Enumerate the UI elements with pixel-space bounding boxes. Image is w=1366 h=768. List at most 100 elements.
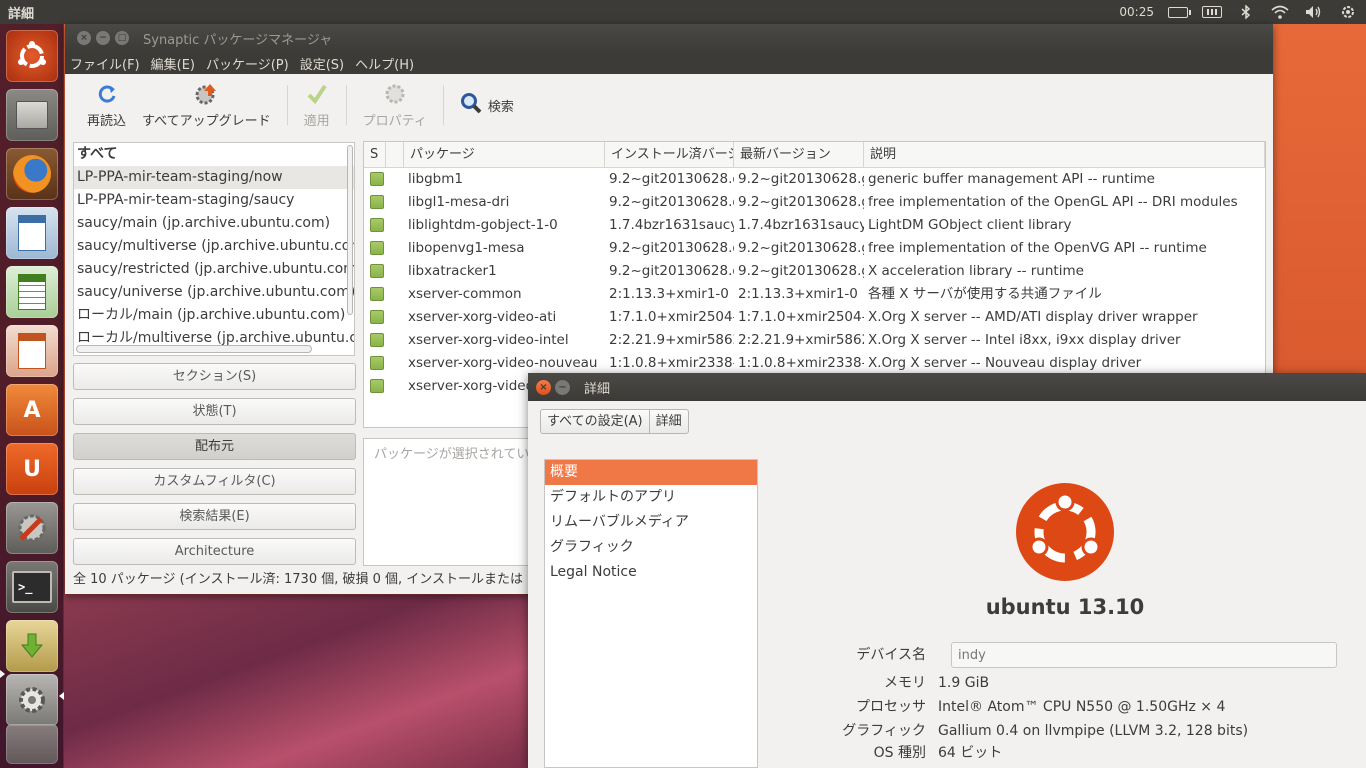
installed-checkbox[interactable] — [364, 237, 386, 260]
ubuntu-logo-icon[interactable] — [6, 30, 58, 82]
system-settings-wrench-icon[interactable] — [6, 502, 58, 554]
description-cell: X acceleration library -- runtime — [868, 263, 1084, 279]
installed-checkbox[interactable] — [364, 306, 386, 329]
battery-icon[interactable] — [1168, 5, 1191, 19]
sidebar-item-overview[interactable]: 概要 — [545, 460, 757, 485]
bluetooth-icon[interactable] — [1236, 5, 1256, 19]
filter-item[interactable]: saucy/restricted (jp.archive.ubuntu.com) — [74, 258, 354, 281]
table-row[interactable]: xserver-common 2:1.13.3+xmir1-0 2:1.13.3+x… — [364, 283, 1265, 306]
synaptic-titlebar[interactable]: × − □ Synaptic パッケージマネージャ — [65, 24, 1273, 52]
all-settings-button[interactable]: すべての設定(A) — [541, 410, 649, 433]
trash-icon[interactable] — [6, 724, 58, 764]
table-row[interactable]: libopenvg1-mesa 9.2~git20130628.gd9.2~git… — [364, 237, 1265, 260]
table-row[interactable]: xserver-xorg-video-intel 2:2.21.9+xmir586… — [364, 329, 1265, 352]
launcher: A U >_ — [0, 24, 64, 768]
sidebar-item-default-apps[interactable]: デフォルトのアプリ — [545, 485, 757, 510]
column-installed[interactable]: インストール済バージョン — [605, 142, 734, 167]
memory-label: メモリ — [884, 675, 926, 691]
details-titlebar[interactable]: × − 詳細 — [528, 373, 1366, 401]
search-results-button[interactable]: 検索結果(E) — [73, 503, 356, 530]
column-description[interactable]: 説明 — [864, 142, 1265, 167]
installed-checkbox[interactable] — [364, 191, 386, 214]
table-row[interactable]: liblightdm-gobject-1-0 1.7.4bzr1631saucy0… — [364, 214, 1265, 237]
menu-file[interactable]: ファイル(F) — [70, 54, 140, 73]
menu-settings[interactable]: 設定(S) — [300, 54, 344, 73]
package-name-cell: xserver-xorg-video-ati — [408, 309, 557, 325]
impress-icon[interactable] — [6, 325, 58, 377]
reload-button[interactable]: 再読込 — [79, 77, 134, 133]
filter-item[interactable]: saucy/multiverse (jp.archive.ubuntu.com) — [74, 235, 354, 258]
minimize-icon[interactable]: − — [96, 31, 110, 45]
details-crumb-button[interactable]: 詳細 — [648, 410, 688, 433]
table-row[interactable]: xserver-xorg-video-nouveau 1:1.0.8+xmir23… — [364, 352, 1265, 375]
package-name-cell: xserver-xorg-video-intel — [408, 332, 569, 348]
settings-gear-icon[interactable] — [6, 674, 58, 726]
table-row[interactable]: xserver-xorg-video-ati 1:7.1.0+xmir2504-0… — [364, 306, 1265, 329]
launcher-running-indicator — [0, 670, 5, 678]
apply-button[interactable]: 適用 — [296, 77, 338, 133]
menu-package[interactable]: パッケージ(P) — [206, 54, 289, 73]
sections-button[interactable]: セクション(S) — [73, 363, 356, 390]
architecture-button[interactable]: Architecture — [73, 538, 356, 565]
update-manager-icon[interactable] — [6, 620, 58, 672]
sidebar-item-removable-media[interactable]: リムーバブルメディア — [545, 510, 757, 535]
column-support[interactable] — [386, 142, 404, 167]
filter-vertical-scrollbar[interactable] — [347, 145, 353, 321]
installed-checkbox[interactable] — [364, 214, 386, 237]
power-gear-icon[interactable] — [1338, 5, 1358, 19]
volume-icon[interactable] — [1304, 5, 1324, 19]
writer-icon[interactable] — [6, 207, 58, 259]
package-rows: libgbm19.2~git20130628.gd9.2~git20130628… — [364, 168, 1265, 398]
installed-version-cell: 9.2~git20130628.gd — [609, 171, 734, 187]
upgrade-all-button[interactable]: すべてアップグレード — [134, 77, 279, 133]
latest-version-cell: 9.2~git20130628.gd — [738, 240, 864, 256]
installed-checkbox[interactable] — [364, 283, 386, 306]
sidebar-item-graphics[interactable]: グラフィック — [545, 535, 757, 560]
installed-checkbox[interactable] — [364, 260, 386, 283]
wifi-icon[interactable] — [1270, 5, 1290, 19]
device-name-field[interactable] — [951, 642, 1337, 668]
os-type-label: OS 種別 — [873, 745, 926, 761]
software-center-icon[interactable]: A — [6, 384, 58, 436]
reload-icon — [95, 82, 119, 106]
installed-checkbox[interactable] — [364, 329, 386, 352]
maximize-icon[interactable]: □ — [115, 31, 129, 45]
column-latest[interactable]: 最新バージョン — [734, 142, 864, 167]
files-icon[interactable] — [6, 89, 58, 141]
origin-button[interactable]: 配布元 — [73, 433, 356, 460]
status-button[interactable]: 状態(T) — [73, 398, 356, 425]
filter-item-all[interactable]: すべて — [74, 143, 354, 166]
close-icon[interactable]: × — [77, 31, 91, 45]
calc-icon[interactable] — [6, 266, 58, 318]
menu-help[interactable]: ヘルプ(H) — [355, 54, 414, 73]
filter-item[interactable]: saucy/main (jp.archive.ubuntu.com) — [74, 212, 354, 235]
custom-filter-button[interactable]: カスタムフィルタ(C) — [73, 468, 356, 495]
clock[interactable]: 00:25 — [1119, 5, 1154, 19]
installed-version-cell: 1.7.4bzr1631saucy0 — [609, 217, 734, 233]
minimize-icon[interactable]: − — [555, 379, 570, 395]
close-icon[interactable]: × — [536, 379, 551, 395]
search-button[interactable]: 検索 — [452, 92, 522, 118]
sidebar-item-legal-notice[interactable]: Legal Notice — [545, 560, 757, 585]
terminal-icon[interactable]: >_ — [6, 561, 58, 613]
firefox-icon[interactable] — [6, 148, 58, 200]
installed-checkbox[interactable] — [364, 375, 386, 398]
filter-item[interactable]: LP-PPA-mir-team-staging/now — [74, 166, 354, 189]
description-cell: X.Org X server -- Nouveau display driver — [868, 355, 1142, 371]
filter-item[interactable]: ローカル/main (jp.archive.ubuntu.com) — [74, 304, 354, 327]
filter-horizontal-scrollbar[interactable] — [76, 345, 312, 353]
column-status[interactable]: S — [364, 142, 386, 167]
memory-value: 1.9 GiB — [938, 675, 990, 691]
column-package[interactable]: パッケージ — [404, 142, 605, 167]
filter-item[interactable]: LP-PPA-mir-team-staging/saucy — [74, 189, 354, 212]
table-row[interactable]: libgl1-mesa-dri 9.2~git20130628.gd9.2~git… — [364, 191, 1265, 214]
table-row[interactable]: libgbm1 9.2~git20130628.gd9.2~git20130628… — [364, 168, 1265, 191]
installed-checkbox[interactable] — [364, 352, 386, 375]
filter-item[interactable]: saucy/universe (jp.archive.ubuntu.com) — [74, 281, 354, 304]
table-row[interactable]: libxatracker1 9.2~git20130628.gd9.2~git20… — [364, 260, 1265, 283]
installed-checkbox[interactable] — [364, 168, 386, 191]
ubuntu-one-icon[interactable]: U — [6, 443, 58, 495]
properties-button[interactable]: プロパティ — [355, 77, 435, 133]
keyboard-icon[interactable] — [1202, 5, 1222, 19]
menu-edit[interactable]: 編集(E) — [151, 54, 195, 73]
